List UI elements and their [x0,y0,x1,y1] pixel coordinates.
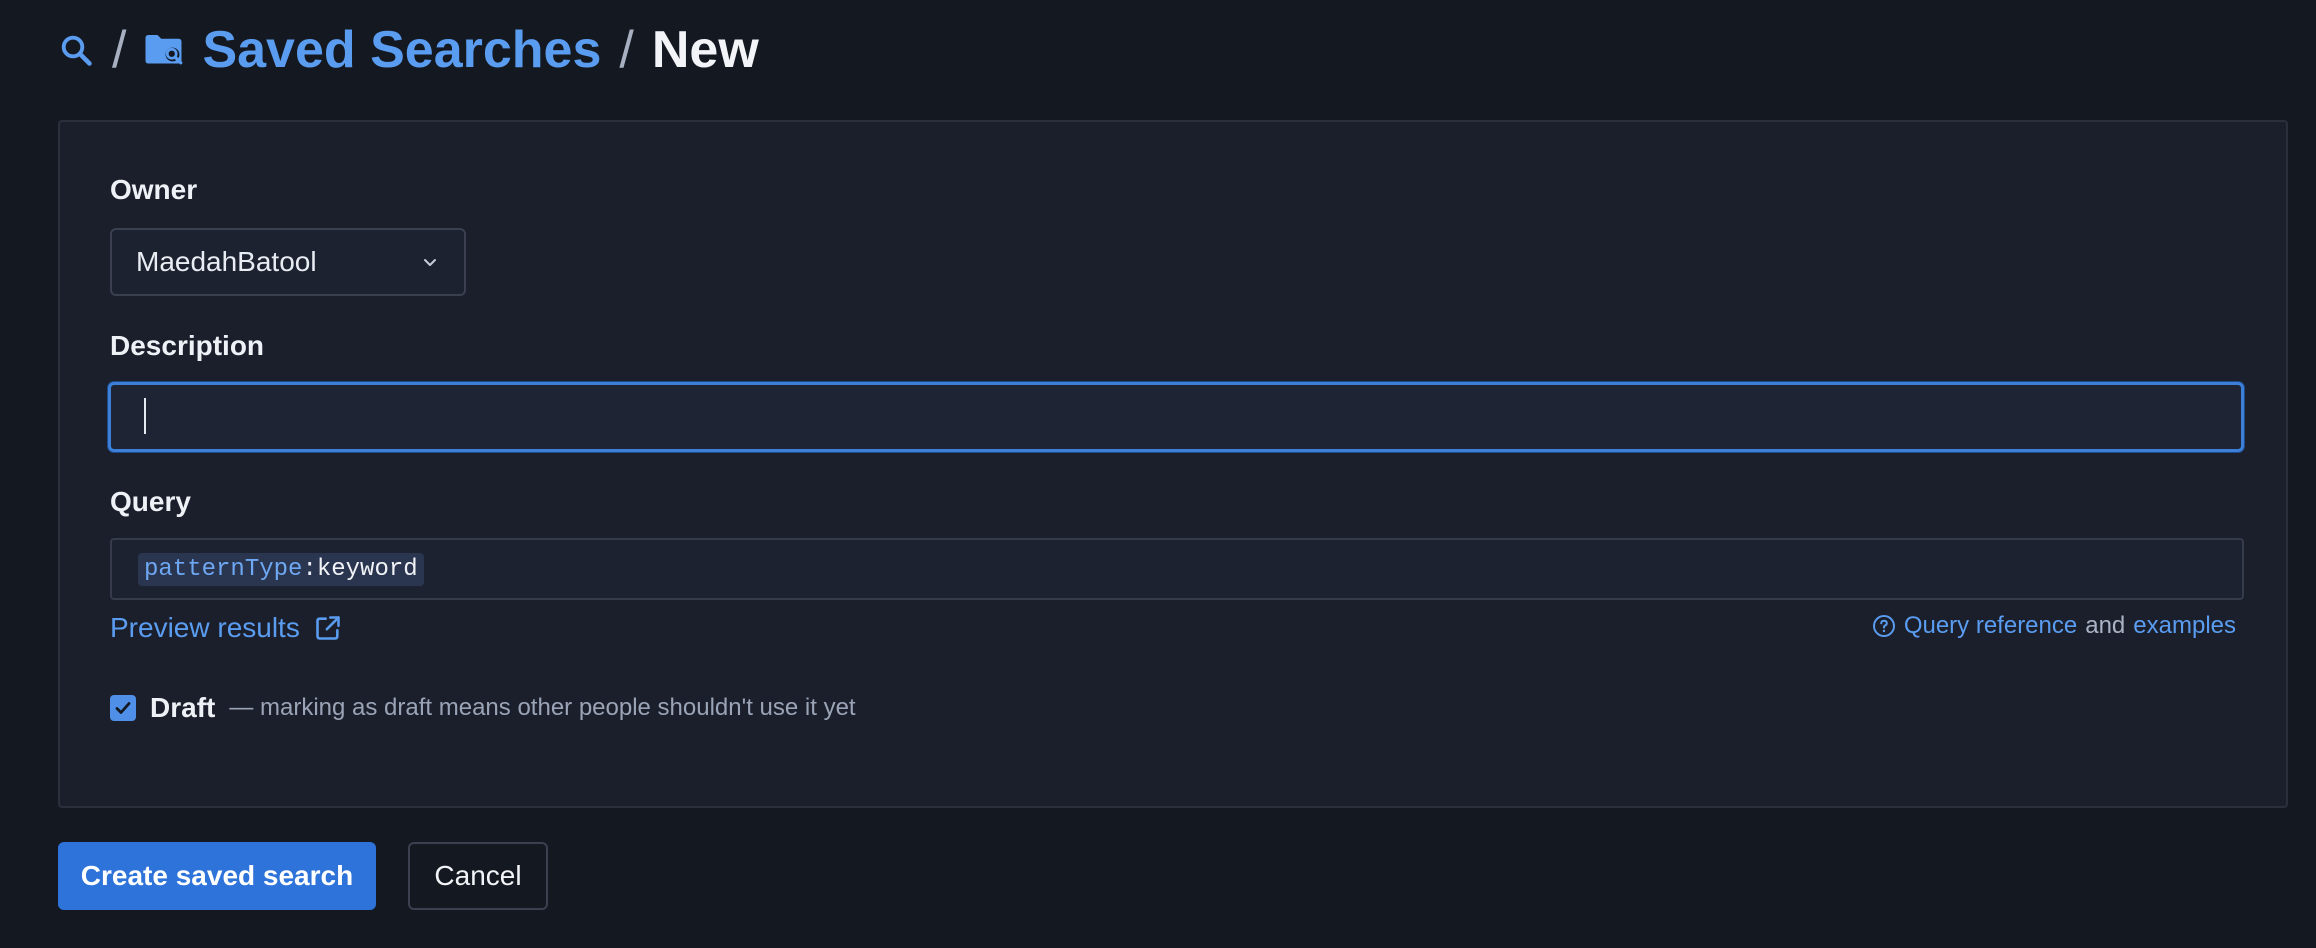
breadcrumb-separator: / [112,21,127,79]
cancel-button[interactable]: Cancel [408,842,548,910]
query-examples-link[interactable]: examples [2133,612,2236,640]
query-label: Query [110,486,191,517]
query-filter-field: patternType [144,555,303,583]
form-panel: Owner MaedahBatool Description Query pat… [58,120,2288,808]
breadcrumb-separator: / [619,21,634,79]
draft-row: Draft — marking as draft means other peo… [110,692,856,724]
draft-checkbox[interactable] [110,695,136,721]
query-reference-link[interactable]: Query reference [1904,612,2077,640]
draft-note: — marking as draft means other people sh… [229,694,856,721]
draft-label: Draft [150,692,216,723]
query-input[interactable]: patternType:keyword [110,538,2244,600]
description-input[interactable] [108,382,2244,452]
query-filter-colon: : [302,555,317,583]
owner-select[interactable]: MaedahBatool [110,228,466,296]
saved-search-new-page: / Saved Searches / New Owner MaedahBatoo… [0,0,2316,948]
preview-results-label: Preview results [110,612,300,643]
create-saved-search-button[interactable]: Create saved search [58,842,376,910]
breadcrumb: / Saved Searches / New [58,14,759,86]
query-filter-value: keyword [316,555,418,583]
page-title: New [651,21,759,79]
folder-search-icon [144,31,186,69]
query-reference-help: Query reference and examples [1872,612,2236,640]
checkmark-icon [115,702,131,714]
owner-selected-value: MaedahBatool [136,246,317,277]
query-filter-token: patternType:keyword [138,552,424,586]
external-link-icon [314,614,342,642]
description-label: Description [110,330,265,361]
preview-results-link[interactable]: Preview results [110,612,342,644]
query-reference-joiner: and [2085,612,2126,639]
search-icon[interactable] [58,32,94,68]
chevron-down-icon [420,252,440,272]
help-circle-icon [1872,614,1896,638]
owner-label: Owner [110,174,198,205]
text-cursor [144,398,146,434]
breadcrumb-saved-searches-link[interactable]: Saved Searches [202,20,601,80]
